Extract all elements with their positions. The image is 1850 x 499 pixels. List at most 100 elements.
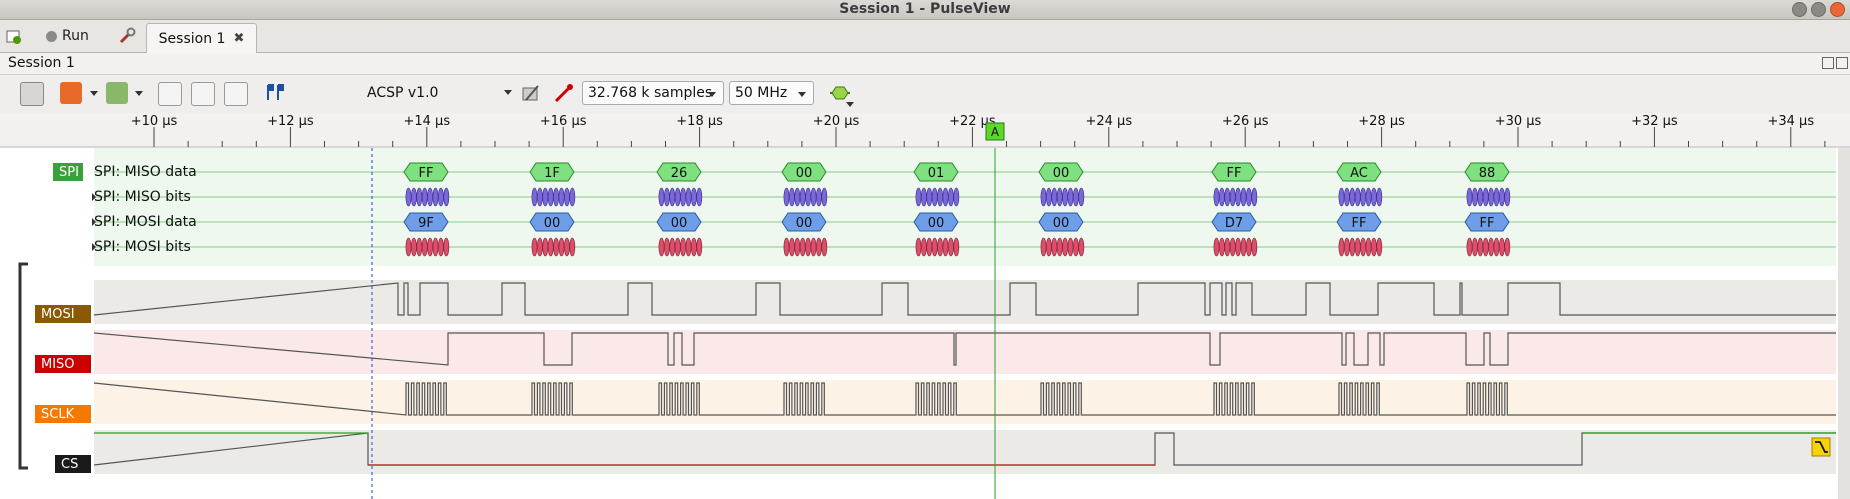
- zoom-in-icon[interactable]: [158, 82, 182, 106]
- channel-badge-mosi[interactable]: MOSI: [35, 305, 91, 323]
- miso-bit-annotation: [1354, 187, 1361, 207]
- miso-bit-annotation: [1477, 187, 1484, 207]
- vertical-scrollbar: [1838, 148, 1850, 499]
- miso-bit-annotation: [405, 187, 412, 207]
- decoder-add-dropdown-icon[interactable]: [846, 102, 854, 107]
- float-dock-icon[interactable]: [1822, 57, 1834, 69]
- close-dock-icon[interactable]: [1836, 57, 1848, 69]
- miso-bit-annotation: [1051, 187, 1058, 207]
- decoder-dropdown-icon[interactable]: [504, 90, 512, 95]
- close-icon[interactable]: [1830, 2, 1845, 17]
- mosi-data-value: FF: [1480, 216, 1495, 231]
- miso-bit-annotation: [915, 187, 922, 207]
- ruler-tick-label: +14 µs: [403, 114, 450, 129]
- mosi-bit-annotation: [1493, 237, 1500, 257]
- mosi-data-value: 00: [1053, 216, 1070, 231]
- miso-bit-annotation: [674, 187, 681, 207]
- miso-bit-annotation: [921, 187, 927, 207]
- run-indicator-icon: [46, 30, 57, 42]
- miso-bit-annotation: [821, 187, 828, 207]
- miso-bit-annotation: [421, 187, 428, 207]
- tab-session-1[interactable]: Session 1 ✖: [146, 23, 257, 53]
- chevron-down-icon: [708, 92, 716, 97]
- mosi-bit-annotation: [542, 237, 549, 257]
- miso-bit-annotation: [1235, 187, 1241, 207]
- miso-bit-annotation: [537, 187, 543, 207]
- miso-bit-annotation: [937, 187, 943, 207]
- maximize-icon[interactable]: [1811, 2, 1826, 17]
- add-decoder-icon[interactable]: [828, 82, 850, 104]
- row-label-mosi-bits[interactable]: SPI: MOSI bits: [94, 239, 191, 255]
- channel-badge-sclk[interactable]: SCLK: [35, 405, 91, 423]
- ruler-tick-label: +34 µs: [1767, 114, 1814, 129]
- mosi-bit-annotation: [558, 237, 565, 257]
- zoom-fit-icon[interactable]: [224, 82, 248, 106]
- miso-bit-annotation: [1246, 187, 1252, 207]
- mosi-bit-annotation: [1051, 237, 1058, 257]
- mosi-bit-annotation: [1078, 237, 1085, 257]
- miso-bit-annotation: [443, 187, 450, 207]
- trigger-probe-icon[interactable]: [553, 82, 575, 104]
- mosi-bit-annotation: [1371, 237, 1377, 257]
- decoder-selector[interactable]: ACSP v1.0: [367, 85, 438, 101]
- miso-bit-annotation: [1062, 187, 1068, 207]
- mosi-bit-annotation: [680, 237, 686, 257]
- mosi-bit-annotation: [1235, 237, 1241, 257]
- sample-count-value: 32.768 k samples: [588, 85, 713, 101]
- time-ruler[interactable]: +10 µs +12 µs +14 µs +16 µs +18 µs +20 µs +22 …: [0, 113, 1850, 148]
- miso-bit-annotation: [1493, 187, 1500, 207]
- mosi-bit-annotation: [443, 237, 450, 257]
- sample-count-select[interactable]: 32.768 k samples: [582, 81, 724, 105]
- spi-decoder-badge[interactable]: SPI: [53, 163, 83, 181]
- mosi-bit-annotation: [1360, 237, 1366, 257]
- open-dropdown-icon[interactable]: [90, 91, 98, 96]
- miso-bit-annotation: [953, 187, 960, 207]
- ruler-tick-label: +12 µs: [267, 114, 314, 129]
- mosi-bit-annotation: [1488, 237, 1494, 257]
- miso-data-value: 00: [796, 166, 813, 181]
- samplerate-select[interactable]: 50 MHz: [729, 81, 814, 105]
- mosi-data-value: 00: [928, 216, 945, 231]
- miso-bit-annotation: [926, 187, 933, 207]
- mosi-bit-annotation: [1365, 237, 1372, 257]
- row-label-miso-data[interactable]: SPI: MISO data: [94, 164, 197, 180]
- mosi-bit-annotation: [1224, 237, 1231, 257]
- channel-group-bracket: [18, 262, 28, 470]
- miso-bit-annotation: [1499, 187, 1505, 207]
- miso-bit-annotation: [816, 187, 822, 207]
- miso-bit-annotation: [1040, 187, 1047, 207]
- cursor-icon[interactable]: [264, 82, 286, 104]
- mosi-bit-annotation: [1466, 237, 1473, 257]
- device-config-button[interactable]: [118, 24, 140, 48]
- miso-bit-annotation: [1504, 187, 1511, 207]
- wrench-icon: [119, 27, 136, 44]
- miso-bit-annotation: [432, 187, 439, 207]
- mosi-bit-annotation: [669, 237, 676, 257]
- save-icon[interactable]: [106, 82, 128, 104]
- miso-bit-annotation: [810, 187, 817, 207]
- tab-close-icon[interactable]: ✖: [233, 31, 244, 46]
- save-dropdown-icon[interactable]: [135, 91, 143, 96]
- miso-bit-annotation: [1229, 187, 1236, 207]
- miso-data-value: FF: [419, 166, 434, 181]
- channel-badge-cs[interactable]: CS: [55, 455, 91, 473]
- new-session-button[interactable]: [5, 24, 27, 48]
- window-icon[interactable]: [20, 82, 44, 106]
- minimize-icon[interactable]: [1792, 2, 1807, 17]
- open-file-icon[interactable]: [60, 82, 82, 104]
- miso-bit-annotation: [799, 187, 806, 207]
- row-label-miso-bits[interactable]: SPI: MISO bits: [94, 189, 191, 205]
- channel-badge-miso[interactable]: MISO: [35, 355, 91, 373]
- zoom-out-icon[interactable]: [191, 82, 215, 106]
- run-button[interactable]: Run: [46, 24, 89, 48]
- ruler-tick-label: +28 µs: [1358, 114, 1405, 129]
- probe-config-icon[interactable]: [520, 82, 542, 104]
- tab-label: Session 1: [158, 30, 226, 47]
- ruler-tick-label: +18 µs: [676, 114, 723, 129]
- trace-view[interactable]: FF 9F 1F 00 26 00 00 00 01 00 00 00 FF D7 AC FF 88 FF SPI…: [0, 148, 1850, 499]
- miso-bit-annotation: [1365, 187, 1372, 207]
- window-title: Session 1 - PulseView: [839, 1, 1011, 17]
- mosi-bit-annotation: [810, 237, 817, 257]
- mosi-bit-annotation: [1073, 237, 1079, 257]
- row-label-mosi-data[interactable]: SPI: MOSI data: [94, 214, 197, 230]
